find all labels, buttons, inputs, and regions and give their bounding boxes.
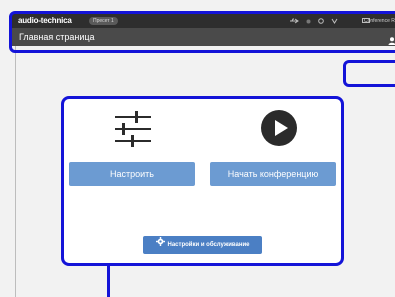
annotation-frame-header bbox=[9, 11, 395, 53]
app-root: audio-technica Пресет 1 Conference Room … bbox=[0, 0, 395, 297]
annotation-pointer-line bbox=[107, 265, 110, 297]
annotation-frame-card bbox=[61, 96, 344, 266]
annotation-frame-side bbox=[343, 60, 395, 87]
left-divider bbox=[15, 46, 16, 297]
